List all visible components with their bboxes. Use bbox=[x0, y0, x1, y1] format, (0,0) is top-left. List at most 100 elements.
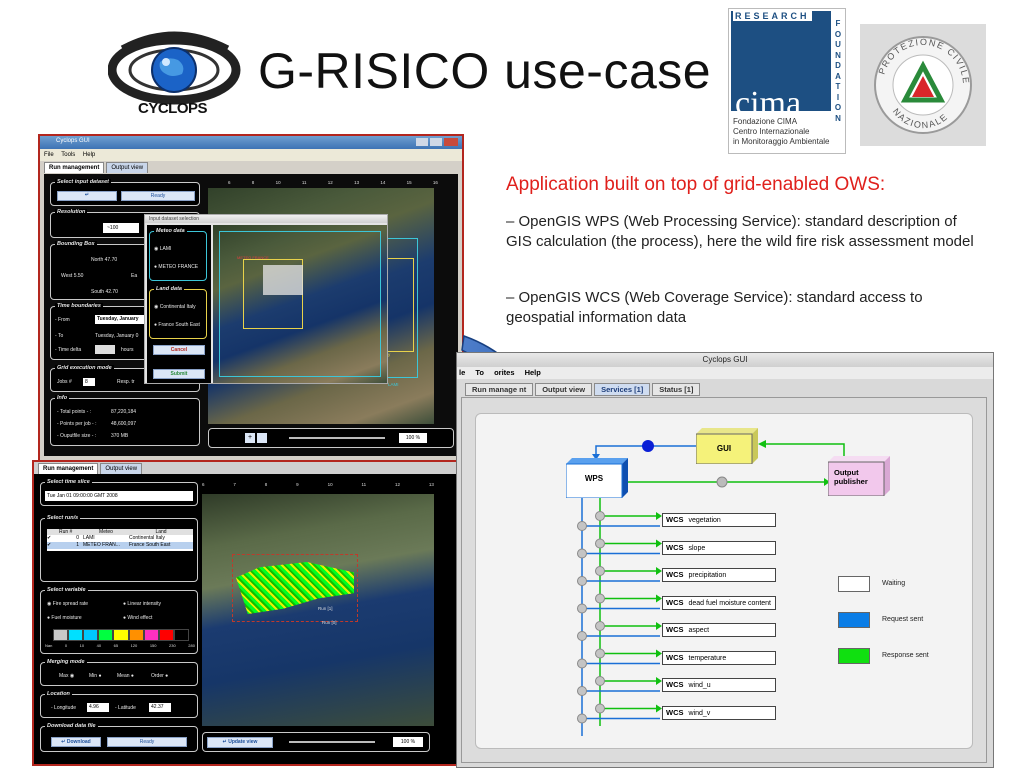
scale-label: 150 bbox=[149, 643, 157, 648]
jobs-radio[interactable]: Jobs # bbox=[57, 379, 72, 385]
latitude-field[interactable]: 42.37 bbox=[149, 703, 171, 712]
table-row[interactable]: ✔ 1 METEO FRAN... France South East bbox=[47, 542, 193, 549]
wcs-name: temperature bbox=[688, 654, 727, 662]
cyclops-services-window: Cyclops GUI le To orites Help Run manage… bbox=[456, 352, 994, 768]
location-panel: Location - Longitude 4.96 - Latitude 42.… bbox=[40, 691, 198, 718]
scale-swatch bbox=[143, 629, 159, 641]
longitude-field[interactable]: 4.96 bbox=[87, 703, 109, 712]
wps-node[interactable]: WPS bbox=[565, 458, 628, 499]
cancel-button[interactable]: Cancel bbox=[153, 345, 205, 355]
var-fuel-moisture-radio[interactable]: ● Fuel moisture bbox=[47, 615, 82, 621]
scale-label: 230 bbox=[169, 643, 176, 648]
cyclops-gui-window-1: Cyclops GUI File Tools Help Run manageme… bbox=[38, 134, 464, 462]
wcs-tag: WCS bbox=[666, 625, 684, 634]
tab-output-view[interactable]: Output view bbox=[106, 162, 149, 173]
update-view-button[interactable]: ↵ Update view bbox=[207, 737, 273, 748]
land-italy-radio[interactable]: ◉ Continental Italy bbox=[154, 304, 196, 310]
minimize-button[interactable] bbox=[416, 138, 428, 146]
merge-max-radio[interactable]: Max ◉ bbox=[59, 673, 74, 679]
tab-run-management-3[interactable]: Run manage nt bbox=[465, 383, 534, 396]
tab-status[interactable]: Status [1] bbox=[652, 383, 701, 396]
zoom-in-button[interactable]: + bbox=[245, 433, 255, 443]
dialog-map[interactable]: METEO FRANCE bbox=[213, 225, 387, 383]
scale-label: 120 bbox=[130, 643, 138, 648]
close-button[interactable] bbox=[444, 138, 458, 146]
tabbar: Run management Output view bbox=[40, 161, 462, 173]
zoom-toolbar: + 100 % bbox=[208, 428, 454, 448]
wcs-service-precipitation[interactable]: WCS precipitation bbox=[662, 568, 776, 582]
tab-run-management[interactable]: Run management bbox=[44, 162, 105, 173]
submit-button[interactable]: Submit bbox=[153, 369, 205, 379]
menu-favorites[interactable]: orites bbox=[494, 368, 514, 377]
lead-text: Application built on top of grid-enabled… bbox=[506, 174, 886, 195]
wcs-tag: WCS bbox=[666, 570, 684, 579]
wcs-service-slope[interactable]: WCS slope bbox=[662, 540, 776, 555]
resp-radio[interactable]: Resp. tr bbox=[117, 379, 135, 385]
legend-response-label: Response sent bbox=[882, 652, 929, 659]
cyclops-titlebar: Cyclops GUI bbox=[457, 353, 993, 367]
tab-output-view-3[interactable]: Output view bbox=[535, 383, 593, 396]
merge-min-radio[interactable]: Min ● bbox=[89, 673, 101, 679]
output-map[interactable]: Run [1] Run [0] bbox=[202, 494, 434, 726]
scale-label: Nan bbox=[45, 643, 53, 648]
scale-label: 280 bbox=[188, 643, 195, 648]
maximize-button[interactable] bbox=[430, 138, 442, 146]
merge-order-radio[interactable]: Order ● bbox=[151, 673, 168, 679]
download-button[interactable]: ↵ Download bbox=[51, 737, 101, 747]
tab-services[interactable]: Services [1] bbox=[594, 383, 651, 396]
select-input-button[interactable]: ↵ bbox=[57, 191, 117, 201]
menu-file[interactable]: File bbox=[44, 152, 54, 158]
meteo-france-radio[interactable]: ● METEO FRANCE bbox=[154, 264, 198, 270]
var-wind-effect-radio[interactable]: ● Wind effect bbox=[123, 615, 152, 621]
bullet-wcs: – OpenGIS WCS (Web Coverage Service): st… bbox=[506, 289, 923, 326]
wcs-service-wind-u[interactable]: WCS wind_u bbox=[662, 678, 776, 692]
land-france-radio[interactable]: ● France South East bbox=[154, 322, 200, 328]
input-dataset-dialog: Input dataset selection Meteo data ◉ LAM… bbox=[144, 214, 388, 384]
color-scale-labels: Nan 0 10 40 65 120 150 230 280 bbox=[45, 643, 195, 648]
menu-help[interactable]: Help bbox=[83, 152, 95, 158]
status-dot bbox=[595, 566, 605, 576]
status-dot bbox=[595, 593, 605, 604]
scale-swatch bbox=[113, 629, 129, 641]
resolution-select[interactable]: ~100 bbox=[103, 223, 139, 233]
wcs-service-dead-fuel-moisture-content[interactable]: WCS dead fuel moisture content bbox=[662, 595, 776, 610]
menu-file-2[interactable]: le bbox=[459, 368, 465, 377]
wcs-service-vegetation[interactable]: WCS vegetation bbox=[662, 513, 776, 527]
bullet-wps: – OpenGIS WPS (Web Processing Service): … bbox=[506, 213, 974, 250]
wcs-tag: WCS bbox=[666, 515, 684, 524]
tab-run-management-2[interactable]: Run management bbox=[38, 463, 99, 474]
status-dot bbox=[577, 603, 587, 614]
wcs-service-wind-v[interactable]: WCS wind_v bbox=[662, 705, 776, 720]
merge-mean-radio[interactable]: Mean ● bbox=[117, 673, 134, 679]
legend-request-swatch bbox=[838, 612, 870, 628]
menu-tools[interactable]: Tools bbox=[61, 152, 75, 158]
var-fire-spread-radio[interactable]: ◉ Fire spread rate bbox=[47, 601, 88, 607]
meteo-lami-radio[interactable]: ◉ LAMI bbox=[154, 246, 171, 252]
table-row[interactable]: ✔ 0 LAMI Continental Italy bbox=[47, 535, 193, 542]
status-dot bbox=[577, 631, 587, 641]
from-date-field[interactable]: Tuesday, January bbox=[95, 315, 147, 324]
scale-label: 0 bbox=[64, 643, 68, 648]
cyclops-tabs: Run manage nt Output view Services [1] S… bbox=[465, 383, 702, 396]
time-delta-stepper[interactable] bbox=[95, 345, 115, 354]
scale-label: 40 bbox=[96, 643, 102, 648]
gui-node[interactable]: GUI bbox=[695, 428, 758, 465]
tabbar-2: Run management Output view bbox=[34, 462, 458, 474]
tab-output-view-2[interactable]: Output view bbox=[100, 463, 143, 474]
color-scale bbox=[53, 629, 189, 641]
output-publisher-node[interactable]: Output publisher bbox=[827, 456, 890, 497]
legend-waiting-swatch bbox=[838, 576, 870, 592]
cyclops-logo-text: CYCLOPS bbox=[138, 100, 208, 117]
time-slice-select[interactable]: Tue Jan 01 09:00:00 GMT 2008 bbox=[45, 491, 193, 501]
menu-tools-2[interactable]: To bbox=[475, 368, 484, 377]
wcs-service-aspect[interactable]: WCS aspect bbox=[662, 623, 776, 637]
var-linear-intensity-radio[interactable]: ● Linear intensity bbox=[123, 601, 161, 607]
wcs-tag: WCS bbox=[666, 680, 684, 689]
menu-help-2[interactable]: Help bbox=[525, 368, 541, 377]
zoom-slider-2[interactable] bbox=[289, 741, 375, 743]
zoom-slider[interactable] bbox=[289, 437, 385, 439]
wcs-service-temperature[interactable]: WCS temperature bbox=[662, 650, 776, 665]
zoom-out-button[interactable] bbox=[257, 433, 267, 443]
jobs-input[interactable]: 8 bbox=[83, 378, 95, 386]
scale-label: 65 bbox=[113, 643, 119, 648]
